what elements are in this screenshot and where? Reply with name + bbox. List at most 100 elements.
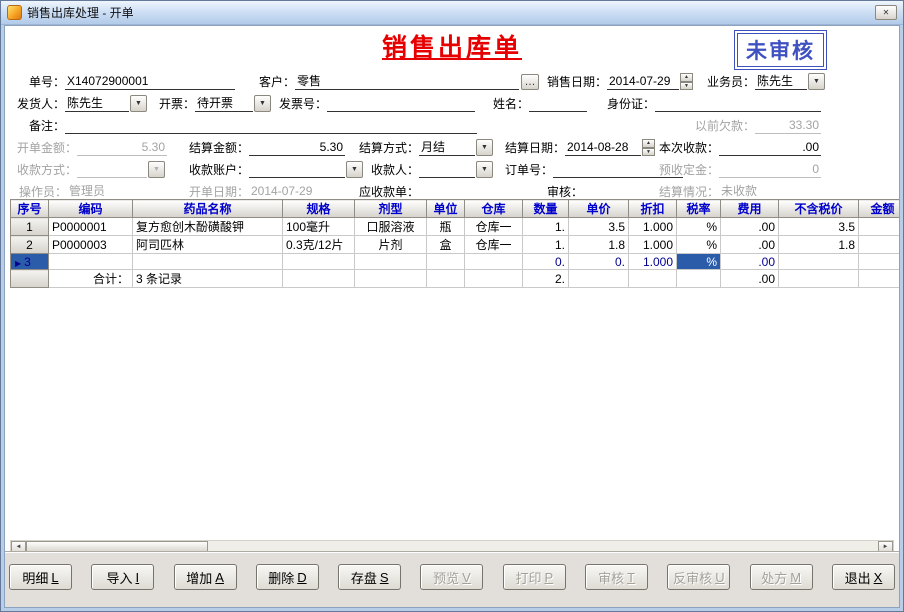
audit-input[interactable] (583, 183, 643, 200)
settle-method-input[interactable]: 月结 (419, 139, 475, 156)
spinner-down-icon: ▼ (680, 82, 693, 91)
cell-price[interactable]: 1.8 (569, 236, 629, 254)
button-text: 审核 (598, 568, 624, 587)
cell-unit[interactable]: 瓶 (427, 218, 465, 236)
payee-input[interactable] (419, 161, 475, 178)
row-seq-number: 3 (24, 255, 31, 269)
col-header-name[interactable]: 药品名称 (133, 200, 283, 218)
cell-discount[interactable]: 1.000 (629, 236, 677, 254)
customer-lookup-button[interactable]: … (521, 74, 539, 90)
close-button[interactable]: ✕ (875, 5, 897, 20)
col-header-price[interactable]: 单价 (569, 200, 629, 218)
cell-notax[interactable]: 3.5 (779, 218, 859, 236)
button-key: L (51, 570, 58, 585)
settle-date-input[interactable]: 2014-08-28 (565, 139, 641, 156)
customer-input[interactable]: 零售 (295, 73, 519, 90)
cell-qty[interactable]: 1. (523, 218, 569, 236)
cell-qty[interactable]: 1. (523, 236, 569, 254)
remark-input[interactable] (65, 117, 477, 134)
col-header-qty[interactable]: 数量 (523, 200, 569, 218)
col-header-form[interactable]: 剂型 (355, 200, 427, 218)
salesman-input[interactable]: 陈先生 (755, 73, 807, 90)
settle-amount-input[interactable]: 5.30 (249, 139, 345, 156)
current-payment-input[interactable]: .00 (719, 139, 821, 156)
payee-dropdown-button[interactable]: ▼ (476, 161, 493, 178)
add-button[interactable]: 增加A (174, 564, 237, 590)
col-header-tax[interactable]: 税率 (677, 200, 721, 218)
col-header-discount[interactable]: 折扣 (629, 200, 677, 218)
col-header-amount[interactable]: 金额 (859, 200, 901, 218)
cell-spec[interactable]: 0.3克/12片 (283, 236, 355, 254)
cell-tax[interactable]: % (677, 218, 721, 236)
payment-account-input[interactable] (249, 161, 345, 178)
cell-code[interactable]: P0000001 (49, 218, 133, 236)
shipper-dropdown-button[interactable]: ▼ (130, 95, 147, 112)
cell-qty[interactable]: 0. (523, 254, 569, 270)
cell-code[interactable] (49, 254, 133, 270)
id-card-input[interactable] (655, 95, 821, 112)
cell-unit[interactable]: 盒 (427, 236, 465, 254)
detail-button[interactable]: 明细L (9, 564, 72, 590)
invoice-status-dropdown-button[interactable]: ▼ (254, 95, 271, 112)
cell-notax[interactable]: 1.8 (779, 236, 859, 254)
col-header-fee[interactable]: 费用 (721, 200, 779, 218)
cell-fee[interactable]: .00 (721, 236, 779, 254)
col-header-warehouse[interactable]: 仓库 (465, 200, 523, 218)
total-qty: 2. (523, 270, 569, 288)
import-button[interactable]: 导入I (91, 564, 154, 590)
sale-date-spinner[interactable]: ▲▼ (680, 73, 693, 90)
cell-name[interactable]: 复方愈创木酚磺酸钾 (133, 218, 283, 236)
cell-unit[interactable] (427, 254, 465, 270)
cell-name[interactable] (133, 254, 283, 270)
sale-date-input[interactable]: 2014-07-29 (607, 73, 679, 90)
cell-warehouse[interactable] (465, 254, 523, 270)
cell-form[interactable]: 口服溶液 (355, 218, 427, 236)
col-header-code[interactable]: 编码 (49, 200, 133, 218)
cell-discount[interactable]: 1.000 (629, 218, 677, 236)
receivable-input[interactable] (419, 183, 491, 200)
col-header-unit[interactable]: 单位 (427, 200, 465, 218)
cell-amount[interactable] (859, 236, 901, 254)
cell-notax[interactable] (779, 254, 859, 270)
cell-spec[interactable]: 100毫升 (283, 218, 355, 236)
col-header-spec[interactable]: 规格 (283, 200, 355, 218)
order-no-input[interactable]: X14072900001 (65, 73, 235, 90)
col-header-notax[interactable]: 不含税价 (779, 200, 859, 218)
invoice-status-input[interactable]: 待开票 (195, 95, 253, 112)
unaudit-button: 反审核U (667, 564, 730, 590)
cell-discount[interactable]: 1.000 (629, 254, 677, 270)
cell-form[interactable] (355, 254, 427, 270)
cell-tax-selected[interactable]: % (677, 254, 721, 270)
exit-button[interactable]: 退出X (832, 564, 895, 590)
shipper-input[interactable]: 陈先生 (65, 95, 129, 112)
cell-fee[interactable]: .00 (721, 254, 779, 270)
cell-price[interactable]: 3.5 (569, 218, 629, 236)
name-input[interactable] (529, 95, 587, 112)
cell-tax[interactable]: % (677, 236, 721, 254)
grid-row[interactable]: 1 P0000001 复方愈创木酚磺酸钾 100毫升 口服溶液 瓶 仓库一 1.… (11, 218, 901, 236)
cell-code[interactable]: P0000003 (49, 236, 133, 254)
cell-spec[interactable] (283, 254, 355, 270)
cell-name[interactable]: 阿司匹林 (133, 236, 283, 254)
cell-fee[interactable]: .00 (721, 218, 779, 236)
grid-row[interactable]: 2 P0000003 阿司匹林 0.3克/12片 片剂 盒 仓库一 1. 1.8… (11, 236, 901, 254)
payment-account-dropdown-button[interactable]: ▼ (346, 161, 363, 178)
salesman-dropdown-button[interactable]: ▼ (808, 73, 825, 90)
cell-warehouse[interactable]: 仓库一 (465, 236, 523, 254)
total-empty (355, 270, 427, 288)
save-button[interactable]: 存盘S (338, 564, 401, 590)
chevron-down-icon: ▼ (351, 166, 358, 173)
cell-amount[interactable] (859, 218, 901, 236)
settle-method-dropdown-button[interactable]: ▼ (476, 139, 493, 156)
cell-price[interactable]: 0. (569, 254, 629, 270)
delete-button[interactable]: 删除D (256, 564, 319, 590)
cell-amount[interactable] (859, 254, 901, 270)
deposit-label: 预收定金： (651, 162, 719, 178)
grid-row-active[interactable]: ▶3 0. 0. 1.000 % .00 (11, 254, 901, 270)
cell-warehouse[interactable]: 仓库一 (465, 218, 523, 236)
col-header-seq[interactable]: 序号 (11, 200, 49, 218)
preview-button: 预览V (420, 564, 483, 590)
invoice-no-input[interactable] (327, 95, 475, 112)
deposit-field: 预收定金： 0 (651, 160, 821, 178)
cell-form[interactable]: 片剂 (355, 236, 427, 254)
